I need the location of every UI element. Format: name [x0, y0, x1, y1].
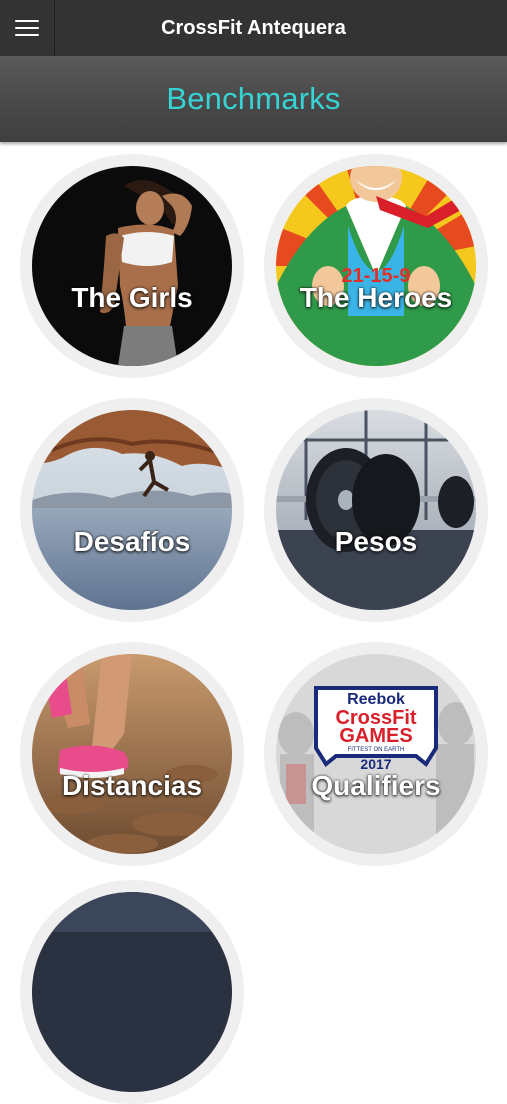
desafios-image	[32, 410, 232, 610]
hamburger-menu-icon	[15, 18, 39, 38]
benchmark-grid: The Girls 21-15-9 The Heroes Desafíos Pe…	[0, 142, 507, 1104]
app-title: CrossFit Antequera	[161, 17, 346, 39]
games-logo-text: GAMES	[339, 725, 412, 747]
tile-the-girls[interactable]: The Girls	[20, 154, 244, 378]
tile-qualifiers[interactable]: Reebok CrossFit GAMES FITTEST ON EARTH 2…	[264, 642, 488, 866]
top-app-bar: CrossFit Antequera	[0, 0, 507, 56]
tile-the-heroes[interactable]: 21-15-9 The Heroes	[264, 154, 488, 378]
tile-distancias[interactable]: Distancias	[20, 642, 244, 866]
the-girls-image	[32, 166, 232, 366]
partial-tile-image	[32, 892, 232, 1092]
section-header: Benchmarks	[0, 56, 507, 142]
tile-pesos[interactable]: Pesos	[264, 398, 488, 622]
reebok-logo-text: Reebok	[347, 691, 405, 708]
qualifiers-image: Reebok CrossFit GAMES FITTEST ON EARTH 2…	[276, 654, 476, 854]
pesos-image	[276, 410, 476, 610]
tile-label: The Girls	[71, 282, 193, 313]
menu-button[interactable]	[0, 0, 55, 56]
tile-desafios[interactable]: Desafíos	[20, 398, 244, 622]
tile-label: Desafíos	[73, 526, 191, 557]
tile-partial[interactable]	[20, 880, 244, 1104]
fittest-logo-text: FITTEST ON EARTH	[348, 747, 405, 753]
tile-label: Distancias	[61, 770, 203, 801]
section-title: Benchmarks	[166, 81, 341, 116]
tile-label: The Heroes	[299, 282, 453, 313]
tile-label: Pesos	[334, 526, 418, 557]
distancias-image	[32, 654, 232, 854]
the-heroes-image: 21-15-9	[276, 166, 476, 366]
tile-label: Qualifiers	[311, 770, 441, 801]
